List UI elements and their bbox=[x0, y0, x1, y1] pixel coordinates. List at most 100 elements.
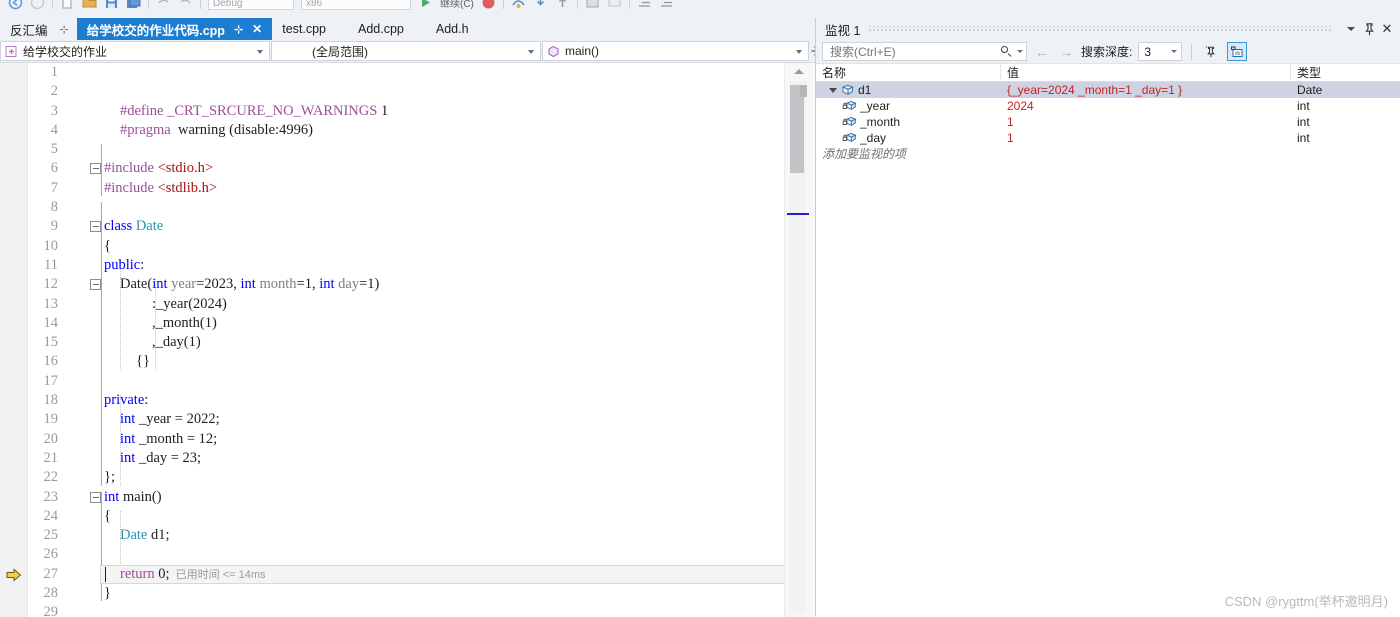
build-config-combo[interactable]: Debug bbox=[208, 0, 294, 10]
watch-row[interactable]: _month 1 int bbox=[816, 114, 1400, 130]
code-line[interactable]: 15 ,_day(1) bbox=[0, 333, 785, 352]
scroll-up-arrow-icon[interactable] bbox=[794, 69, 804, 74]
fold-toggle-icon[interactable] bbox=[90, 163, 101, 175]
step-into-icon[interactable] bbox=[533, 0, 548, 10]
step-out-icon[interactable] bbox=[555, 0, 570, 10]
code-line[interactable]: 1 bbox=[0, 63, 785, 82]
column-header-value[interactable]: 值 bbox=[1001, 64, 1291, 81]
code-line[interactable]: 2 bbox=[0, 82, 785, 101]
chevron-down-icon[interactable] bbox=[1017, 50, 1023, 53]
tab-add-h[interactable]: Add.h bbox=[414, 18, 479, 40]
code-line[interactable]: 28} bbox=[0, 584, 785, 603]
close-icon[interactable]: ✕ bbox=[1379, 21, 1395, 37]
indent-decrease-icon[interactable] bbox=[637, 0, 652, 10]
code-text-area[interactable]: 1 2 3 #define _CRT_SRCURE_NO_WARNINGS 1 4 #pr… bbox=[0, 63, 785, 617]
pin-icon[interactable]: ⊹ bbox=[60, 23, 69, 36]
code-line[interactable]: 25 Date d1; bbox=[0, 526, 785, 545]
project-dropdown[interactable]: 给学校交的作业 bbox=[0, 41, 270, 61]
pin-watch-icon[interactable] bbox=[1201, 42, 1221, 61]
arrow-right-icon[interactable]: → bbox=[1057, 44, 1075, 60]
code-line[interactable]: 21 int _day = 23; bbox=[0, 449, 785, 468]
code-line[interactable]: 12 Date(int year=2023, int month=1, int d… bbox=[0, 275, 785, 294]
code-line[interactable]: 11 public: bbox=[0, 256, 785, 275]
disassembly-tab[interactable]: 反汇编 ⊹ bbox=[0, 18, 77, 40]
fold-toggle-icon[interactable] bbox=[90, 221, 101, 233]
code-line[interactable]: 18 private: bbox=[0, 391, 785, 410]
watch-row[interactable]: _year 2024 int bbox=[816, 98, 1400, 114]
search-input[interactable] bbox=[828, 43, 1001, 60]
watch-row-name-cell[interactable]: _month bbox=[816, 115, 1001, 129]
tab-close-icon[interactable]: ✕ bbox=[252, 22, 262, 36]
code-line[interactable]: 8 bbox=[0, 198, 785, 217]
editor-vertical-scrollbar[interactable] bbox=[784, 63, 815, 617]
back-icon[interactable] bbox=[8, 0, 23, 10]
fold-toggle-icon[interactable] bbox=[90, 491, 101, 503]
hex-display-icon[interactable]: db bbox=[1227, 42, 1248, 61]
code-line[interactable]: 17 bbox=[0, 372, 785, 391]
code-line[interactable]: 19 int _year = 2022; bbox=[0, 410, 785, 429]
stop-icon[interactable] bbox=[481, 0, 496, 10]
breakpoint-icon[interactable] bbox=[585, 0, 600, 10]
code-line[interactable]: 5 bbox=[0, 140, 785, 159]
code-line[interactable]: 3 #define _CRT_SRCURE_NO_WARNINGS 1 bbox=[0, 102, 785, 121]
drag-handle[interactable] bbox=[868, 26, 1333, 32]
code-editor[interactable]: 1 2 3 #define _CRT_SRCURE_NO_WARNINGS 1 4 #pr… bbox=[0, 62, 815, 617]
code-line[interactable]: 27 return 0; 已用时间 <= 14ms bbox=[0, 564, 785, 584]
scope-dropdown[interactable]: (全局范围) bbox=[271, 41, 541, 61]
code-line[interactable]: 20 int _month = 12; bbox=[0, 430, 785, 449]
watch-variable-value[interactable]: 1 bbox=[1001, 131, 1291, 145]
code-line[interactable]: 29 bbox=[0, 603, 785, 617]
code-line[interactable]: 7 #include <stdlib.h> bbox=[0, 179, 785, 198]
chevron-down-icon[interactable] bbox=[1343, 21, 1359, 37]
redo-icon[interactable] bbox=[178, 0, 193, 10]
pin-icon[interactable] bbox=[1361, 21, 1377, 37]
code-line[interactable]: 26 bbox=[0, 545, 785, 564]
new-file-icon[interactable] bbox=[60, 0, 75, 10]
search-depth-combo[interactable]: 3 bbox=[1138, 42, 1183, 61]
column-header-name[interactable]: 名称 bbox=[816, 64, 1001, 81]
tab-homework-cpp[interactable]: 给学校交的作业代码.cpp ⊹ ✕ bbox=[76, 18, 273, 40]
fold-toggle-icon[interactable] bbox=[90, 279, 101, 291]
add-watch-item-row[interactable]: 添加要监视的项 bbox=[816, 146, 1400, 162]
code-line[interactable]: 23 int main() bbox=[0, 488, 785, 507]
tab-add-cpp[interactable]: Add.cpp bbox=[336, 18, 414, 40]
code-line[interactable]: 9 class Date bbox=[0, 217, 785, 236]
code-line[interactable]: 24 { bbox=[0, 507, 785, 526]
save-icon[interactable] bbox=[104, 0, 119, 10]
code-line[interactable]: 16 {} bbox=[0, 352, 785, 371]
code-line[interactable]: 4 #pragma warning (disable:4996) bbox=[0, 121, 785, 140]
scrollbar-thumb[interactable] bbox=[790, 85, 804, 173]
start-debug-icon[interactable] bbox=[418, 0, 433, 10]
watch-row-name-cell[interactable]: d1 bbox=[816, 83, 1001, 97]
tab-test-cpp[interactable]: test.cpp bbox=[272, 18, 336, 40]
expander-triangle-icon[interactable] bbox=[829, 86, 838, 95]
code-line[interactable]: 6 #include <stdio.h> bbox=[0, 159, 785, 178]
search-input-wrapper[interactable] bbox=[822, 42, 1027, 61]
folder-icon[interactable] bbox=[82, 0, 97, 10]
watch-variable-value[interactable]: 1 bbox=[1001, 115, 1291, 129]
watch-variable-value[interactable]: {_year=2024 _month=1 _day=1 } bbox=[1001, 83, 1291, 97]
search-icon[interactable] bbox=[1001, 45, 1013, 58]
column-header-type[interactable]: 类型 bbox=[1291, 64, 1400, 81]
arrow-left-icon[interactable]: ← bbox=[1033, 44, 1051, 60]
platform-combo[interactable]: x86 bbox=[301, 0, 411, 10]
watch-row[interactable]: _day 1 int bbox=[816, 130, 1400, 146]
code-line[interactable]: 13:_year(2024) bbox=[0, 295, 785, 314]
indent-increase-icon[interactable] bbox=[659, 0, 674, 10]
save-all-icon[interactable] bbox=[126, 0, 141, 10]
step-over-icon[interactable] bbox=[511, 0, 526, 10]
watch-row[interactable]: d1 {_year=2024 _month=1 _day=1 } Date bbox=[816, 82, 1400, 98]
watch-row-name-cell[interactable]: _year bbox=[816, 99, 1001, 113]
continue-button-label[interactable]: 继续(C) bbox=[440, 0, 474, 10]
code-line[interactable]: 22}; bbox=[0, 468, 785, 487]
code-line[interactable]: 14 ,_month(1) bbox=[0, 314, 785, 333]
tab-pin-icon[interactable]: ⊹ bbox=[234, 23, 243, 36]
watch-variable-value[interactable]: 2024 bbox=[1001, 99, 1291, 113]
undo-icon[interactable] bbox=[156, 0, 171, 10]
watch-row-name-cell[interactable]: _day bbox=[816, 131, 1001, 145]
comment-icon[interactable] bbox=[607, 0, 622, 10]
member-dropdown[interactable]: main() bbox=[542, 41, 809, 61]
watch-grid[interactable]: 名称 值 类型 d1 {_year=2024 _month=1 _day=1 } D… bbox=[816, 64, 1400, 616]
forward-icon[interactable] bbox=[30, 0, 45, 10]
code-line[interactable]: 10 { bbox=[0, 237, 785, 256]
